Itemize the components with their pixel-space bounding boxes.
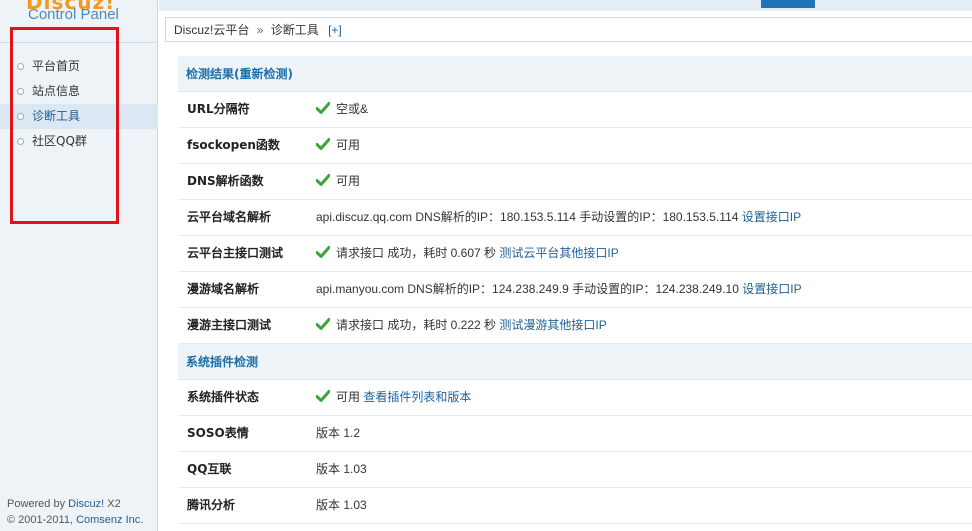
- powered-by-text: Powered by: [7, 498, 66, 510]
- row-action-link[interactable]: 测试云平台其他接口IP: [499, 246, 618, 260]
- row-label: URL分隔符: [187, 102, 250, 116]
- row-action-link[interactable]: 查看插件列表和版本: [363, 390, 471, 404]
- row-label: 云平台主接口测试: [187, 246, 284, 260]
- row-value-text: 请求接口 成功，耗时 0.607 秒: [336, 246, 497, 260]
- table-row: URL分隔符 空或&: [178, 92, 972, 128]
- table-row: 漫游主接口测试 请求接口 成功，耗时 0.222 秒 测试漫游其他接口IP: [178, 308, 972, 344]
- highlight-annotation-box: [10, 27, 119, 224]
- active-top-tab[interactable]: [761, 0, 815, 8]
- table-row: DNS解析函数 可用: [178, 164, 972, 200]
- row-value-text: 可用: [336, 138, 361, 152]
- table-row: fsockopen函数 可用: [178, 128, 972, 164]
- row-value: 版本 1.03: [316, 488, 367, 523]
- check-icon: [315, 309, 331, 330]
- row-action-link[interactable]: 设置接口IP: [742, 210, 801, 224]
- row-label: 系统插件状态: [187, 390, 260, 404]
- discuz-link[interactable]: Discuz!: [68, 498, 104, 510]
- check-icon: [315, 93, 331, 114]
- breadcrumb-separator: »: [256, 23, 264, 37]
- breadcrumb: Discuz!云平台 » 诊断工具 [+]: [165, 17, 972, 42]
- table-row: SOSO表情 版本 1.2: [178, 416, 972, 452]
- row-value: 空或&: [315, 92, 369, 127]
- row-label: 云平台域名解析: [187, 210, 272, 224]
- row-action-link[interactable]: 设置接口IP: [742, 282, 801, 296]
- check-icon: [315, 165, 331, 186]
- row-value-text: 空或&: [336, 102, 369, 116]
- row-value-text: 可用: [336, 390, 361, 404]
- section-heading[interactable]: 检测结果(重新检测): [178, 56, 972, 92]
- copyright-text: © 2001-2011,: [7, 514, 74, 526]
- row-value: 版本 1.2: [316, 416, 360, 451]
- row-value: api.manyou.com DNS解析的IP：124.238.249.9 手动…: [316, 272, 802, 307]
- row-label: SOSO表情: [187, 426, 249, 440]
- powered-by-line: Powered by Discuz! X2: [7, 496, 143, 512]
- row-action-link[interactable]: 测试漫游其他接口IP: [499, 318, 606, 332]
- row-label: fsockopen函数: [187, 138, 280, 152]
- row-value: api.discuz.qq.com DNS解析的IP：180.153.5.114…: [316, 200, 801, 235]
- row-value-text: 版本 1.03: [316, 498, 367, 512]
- row-value-text: 请求接口 成功，耗时 0.222 秒: [336, 318, 497, 332]
- row-value-text: 可用: [336, 174, 361, 188]
- comsenz-link[interactable]: Comsenz Inc.: [76, 514, 143, 526]
- row-value: 版本 1.03: [316, 452, 367, 487]
- breadcrumb-current: 诊断工具: [270, 23, 319, 37]
- row-value-text: api.manyou.com DNS解析的IP：124.238.249.9 手动…: [316, 282, 739, 296]
- row-label: 腾讯分析: [187, 498, 236, 512]
- check-icon: [315, 237, 331, 258]
- table-row: 腾讯分析 版本 1.03: [178, 488, 972, 524]
- row-label: QQ互联: [187, 462, 232, 476]
- row-label: 漫游域名解析: [187, 282, 260, 296]
- breadcrumb-root[interactable]: Discuz!云平台: [174, 23, 249, 37]
- row-label: 漫游主接口测试: [187, 318, 272, 332]
- copyright-line: © 2001-2011, Comsenz Inc.: [7, 512, 143, 528]
- row-value: 可用: [315, 164, 361, 199]
- row-value-text: 版本 1.2: [316, 426, 361, 440]
- table-row: QQ互联 版本 1.03: [178, 452, 972, 488]
- table-row: 系统插件状态 可用 查看插件列表和版本: [178, 380, 972, 416]
- version-text: X2: [107, 498, 121, 510]
- diagnostics-table: 检测结果(重新检测) URL分隔符 空或& fsockopen函数 可用 DNS解析函数可…: [178, 56, 972, 524]
- logo-subtitle: Control Panel: [28, 6, 119, 23]
- row-value-text: api.discuz.qq.com DNS解析的IP：180.153.5.114…: [316, 210, 739, 224]
- check-icon: [315, 129, 331, 150]
- row-value: 请求接口 成功，耗时 0.607 秒 测试云平台其他接口IP: [315, 236, 619, 271]
- check-icon: [315, 381, 331, 402]
- table-row: 云平台主接口测试 请求接口 成功，耗时 0.607 秒 测试云平台其他接口IP: [178, 236, 972, 272]
- row-value-text: 版本 1.03: [316, 462, 367, 476]
- row-value: 可用 查看插件列表和版本: [315, 380, 471, 415]
- table-row: 云平台域名解析 api.discuz.qq.com DNS解析的IP：180.15…: [178, 200, 972, 236]
- table-row: 漫游域名解析 api.manyou.com DNS解析的IP：124.238.24…: [178, 272, 972, 308]
- row-label: DNS解析函数: [187, 174, 264, 188]
- section-heading[interactable]: 系统插件检测: [178, 344, 972, 380]
- row-value: 请求接口 成功，耗时 0.222 秒 测试漫游其他接口IP: [315, 308, 607, 343]
- top-nav-strip: [159, 0, 972, 11]
- breadcrumb-expand-toggle[interactable]: [+]: [328, 23, 342, 37]
- row-value: 可用: [315, 128, 361, 163]
- sidebar-footer: Powered by Discuz! X2 © 2001-2011, Comse…: [7, 496, 143, 528]
